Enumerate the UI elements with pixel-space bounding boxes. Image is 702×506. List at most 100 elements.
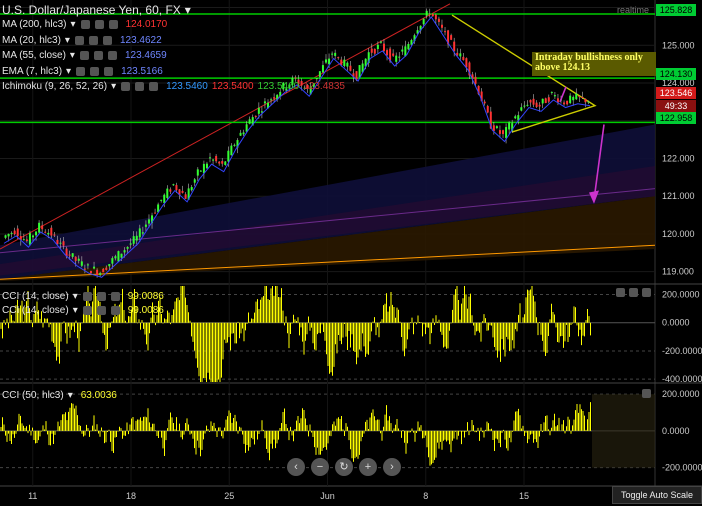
candle-body bbox=[486, 106, 489, 113]
candle-body bbox=[102, 268, 105, 273]
chevron-down-icon[interactable]: ▾ bbox=[70, 19, 75, 30]
candle-body bbox=[147, 219, 150, 224]
legend-ema7[interactable]: EMA (7, hlc3) ▾ 123.5166 bbox=[2, 66, 163, 77]
candle-body bbox=[505, 127, 508, 138]
candle-body bbox=[315, 78, 318, 80]
close-icon[interactable] bbox=[102, 36, 112, 45]
candle-body bbox=[215, 156, 218, 162]
chevron-down-icon[interactable]: ▾ bbox=[70, 50, 75, 61]
eye-icon[interactable] bbox=[74, 36, 84, 45]
candle-body bbox=[382, 43, 385, 51]
settings-icon[interactable] bbox=[88, 36, 98, 45]
cci-zone bbox=[592, 394, 655, 468]
legend-value: 123.5400 bbox=[211, 81, 254, 92]
price-tag-pivot: 124.130 bbox=[656, 68, 696, 80]
candle-body bbox=[572, 96, 575, 101]
zoom-in-button[interactable]: + bbox=[359, 458, 377, 476]
reset-button[interactable]: ↻ bbox=[335, 458, 353, 476]
pane-down-icon[interactable] bbox=[629, 288, 638, 297]
candle-body bbox=[566, 100, 569, 105]
candle-body bbox=[370, 48, 373, 53]
candle-body bbox=[541, 98, 544, 104]
candle-body bbox=[59, 242, 62, 244]
candle-body bbox=[425, 10, 428, 16]
eye-icon[interactable] bbox=[79, 51, 89, 60]
legend-cci14-a[interactable]: CCI (14, close) ▾ 99.0086 bbox=[2, 291, 164, 302]
candle-body bbox=[431, 13, 434, 17]
legend-cci14-b[interactable]: CCI (14, close) ▾ 99.0086 bbox=[2, 305, 164, 316]
close-icon[interactable] bbox=[108, 20, 118, 29]
bullishness-annotation: Intraday bullishness only above 124.13 bbox=[532, 52, 656, 76]
close-icon[interactable] bbox=[104, 67, 114, 76]
chevron-down-icon[interactable]: ▾ bbox=[65, 35, 70, 46]
legend-ma200[interactable]: MA (200, hlc3) ▾ 124.0170 bbox=[2, 19, 167, 30]
close-icon[interactable] bbox=[107, 51, 117, 60]
candle-body bbox=[16, 228, 19, 237]
candle-body bbox=[89, 271, 92, 274]
candle-body bbox=[257, 107, 260, 114]
eye-icon[interactable] bbox=[82, 292, 92, 301]
candle-body bbox=[105, 267, 108, 270]
close-icon[interactable] bbox=[110, 292, 120, 301]
close-icon[interactable] bbox=[149, 82, 159, 91]
candle-body bbox=[56, 239, 59, 244]
candle-body bbox=[459, 53, 462, 57]
zoom-out-button[interactable]: − bbox=[311, 458, 329, 476]
candle-body bbox=[218, 161, 221, 164]
candle-body bbox=[74, 256, 77, 261]
chevron-down-icon[interactable]: ▾ bbox=[73, 291, 78, 302]
pane-up-icon[interactable] bbox=[616, 288, 625, 297]
legend-ichimoku[interactable]: Ichimoku (9, 26, 52, 26) ▾ 123.5460 123.… bbox=[2, 81, 345, 92]
symbol-chevron-icon[interactable]: ▾ bbox=[185, 3, 191, 17]
candle-body bbox=[80, 261, 83, 266]
chevron-down-icon[interactable]: ▾ bbox=[68, 390, 73, 401]
candle-body bbox=[31, 235, 34, 238]
scroll-right-button[interactable]: › bbox=[383, 458, 401, 476]
legend-label: CCI (50, hlc3) bbox=[2, 390, 64, 401]
settings-icon[interactable] bbox=[96, 292, 106, 301]
candle-body bbox=[544, 98, 547, 104]
eye-icon[interactable] bbox=[82, 306, 92, 315]
close-icon[interactable] bbox=[110, 306, 120, 315]
candle-body bbox=[99, 273, 102, 275]
settings-icon[interactable] bbox=[90, 67, 100, 76]
pane-close-icon[interactable] bbox=[642, 389, 651, 398]
candle-body bbox=[495, 126, 498, 129]
legend-value: 63.0036 bbox=[80, 390, 117, 401]
candle-body bbox=[248, 119, 251, 124]
legend-ma55[interactable]: MA (55, close) ▾ 123.4659 bbox=[2, 50, 167, 61]
eye-icon[interactable] bbox=[80, 20, 90, 29]
settings-icon[interactable] bbox=[135, 82, 145, 91]
candle-body bbox=[523, 105, 526, 107]
eye-icon[interactable] bbox=[76, 67, 86, 76]
pane-close-icon[interactable] bbox=[642, 288, 651, 297]
candle-body bbox=[547, 97, 550, 102]
legend-ma20[interactable]: MA (20, hlc3) ▾ 123.4622 bbox=[2, 35, 162, 46]
candle-body bbox=[132, 236, 135, 244]
y-tick-label: 125.000 bbox=[662, 40, 695, 50]
countdown-tag: 49:33 bbox=[656, 100, 696, 112]
toggle-auto-scale-button[interactable]: Toggle Auto Scale bbox=[612, 486, 702, 504]
candle-body bbox=[199, 170, 202, 172]
candle-body bbox=[346, 62, 349, 67]
candle-body bbox=[108, 263, 111, 267]
candle-body bbox=[141, 232, 144, 234]
scroll-left-button[interactable]: ‹ bbox=[287, 458, 305, 476]
legend-cci50[interactable]: CCI (50, hlc3) ▾ 63.0036 bbox=[2, 390, 117, 401]
candle-body bbox=[502, 130, 505, 135]
settings-icon[interactable] bbox=[93, 51, 103, 60]
candle-body bbox=[373, 49, 376, 54]
candle-body bbox=[224, 161, 227, 165]
chevron-down-icon[interactable]: ▾ bbox=[73, 305, 78, 316]
candle-body bbox=[202, 163, 205, 174]
legend-label: Ichimoku (9, 26, 52, 26) bbox=[2, 81, 108, 92]
settings-icon[interactable] bbox=[94, 20, 104, 29]
chevron-down-icon[interactable]: ▾ bbox=[111, 81, 116, 92]
candle-body bbox=[10, 232, 13, 234]
eye-icon[interactable] bbox=[121, 82, 131, 91]
chevron-down-icon[interactable]: ▾ bbox=[66, 66, 71, 77]
candle-body bbox=[575, 93, 578, 100]
candle-body bbox=[349, 65, 352, 71]
candle-body bbox=[569, 95, 572, 104]
settings-icon[interactable] bbox=[96, 306, 106, 315]
